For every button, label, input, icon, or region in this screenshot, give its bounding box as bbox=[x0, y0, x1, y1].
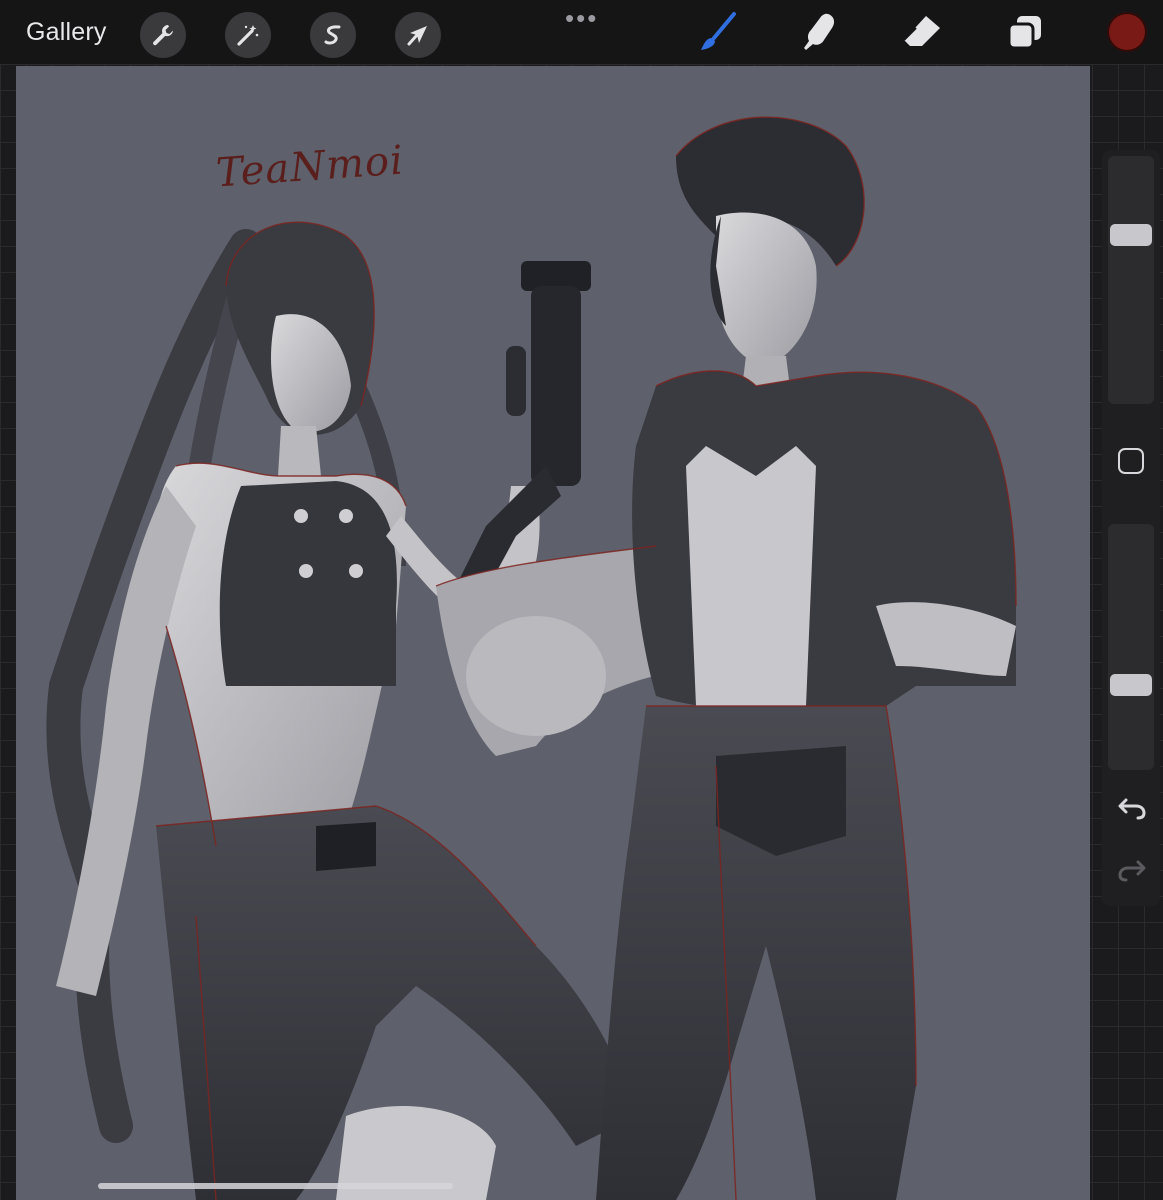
artwork-illustration bbox=[46, 116, 1017, 1200]
selection-button[interactable] bbox=[310, 12, 356, 58]
redo-icon bbox=[1118, 860, 1146, 882]
wrench-icon bbox=[153, 25, 173, 46]
selection-s-icon bbox=[324, 25, 341, 45]
brush-tool-button[interactable] bbox=[696, 10, 740, 54]
layers-button[interactable] bbox=[1003, 10, 1047, 54]
side-slider-panel bbox=[1102, 150, 1160, 906]
opacity-thumb[interactable] bbox=[1110, 674, 1152, 696]
layers-icon bbox=[1007, 16, 1041, 50]
smudge-finger-icon bbox=[804, 13, 835, 51]
eraser-tool-button[interactable] bbox=[900, 10, 944, 54]
top-toolbar: Gallery ••• bbox=[0, 0, 1163, 64]
magic-wand-icon bbox=[237, 25, 259, 46]
smudge-tool-button[interactable] bbox=[798, 10, 842, 54]
adjustments-button[interactable] bbox=[225, 12, 271, 58]
home-indicator bbox=[98, 1183, 453, 1189]
actions-button[interactable] bbox=[140, 12, 186, 58]
brush-size-slider[interactable] bbox=[1108, 156, 1154, 404]
redo-button[interactable] bbox=[1116, 854, 1148, 886]
undo-icon bbox=[1118, 798, 1146, 820]
undo-button[interactable] bbox=[1116, 792, 1148, 824]
color-picker-button[interactable] bbox=[1107, 12, 1147, 52]
brush-icon bbox=[701, 12, 736, 50]
gallery-button[interactable]: Gallery bbox=[26, 18, 107, 47]
eraser-icon bbox=[903, 16, 940, 46]
transform-button[interactable] bbox=[395, 12, 441, 58]
brush-size-thumb[interactable] bbox=[1110, 224, 1152, 246]
drawing-canvas[interactable]: TeaNmoi bbox=[16, 66, 1090, 1200]
more-options-button[interactable]: ••• bbox=[565, 5, 598, 31]
opacity-slider[interactable] bbox=[1108, 524, 1154, 770]
modify-button[interactable] bbox=[1118, 448, 1144, 474]
arrow-cursor-icon bbox=[407, 26, 427, 46]
